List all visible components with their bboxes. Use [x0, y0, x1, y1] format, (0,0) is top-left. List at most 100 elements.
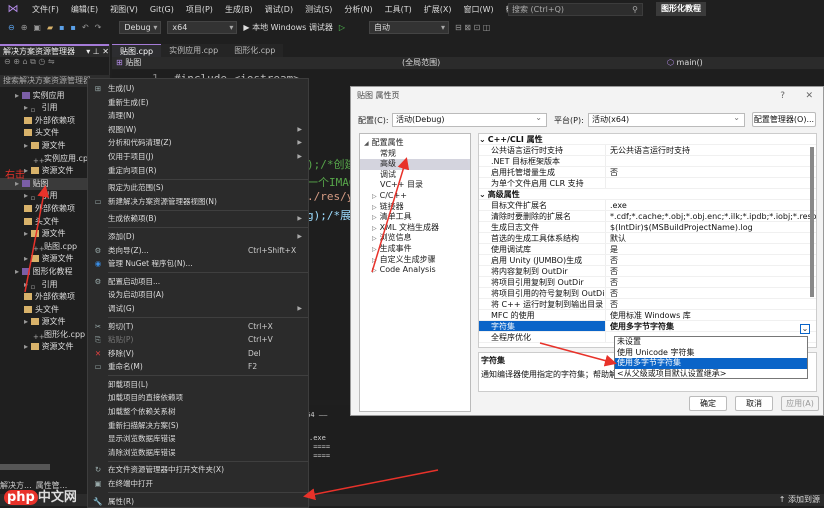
context-menu-item[interactable]: 视图(W) ▶	[88, 123, 308, 137]
property-tree-item[interactable]: ▷ 清单工具	[360, 212, 470, 223]
search-input[interactable]: 搜索 (Ctrl+Q) ⚲	[508, 3, 643, 16]
context-menu-item[interactable]: 重定向项目(R)	[88, 164, 308, 178]
property-value[interactable]: 无公共语言运行时支持	[605, 145, 816, 155]
context-menu-item[interactable]: 设为启动项目(A)	[88, 288, 308, 302]
nav-file-dropdown[interactable]: ⊞ 贴图	[116, 57, 141, 69]
menu-item[interactable]: Git(G)	[144, 5, 180, 14]
start-without-debug-icon[interactable]: ▷	[339, 23, 345, 32]
menu-item[interactable]: 视图(V)	[104, 4, 144, 15]
property-tree-item[interactable]: ▷ 生成事件	[360, 244, 470, 255]
property-tree-item[interactable]: 调试	[360, 170, 470, 181]
context-menu-item[interactable]: ⚙ 类向导(Z)... Ctrl+Shift+X	[88, 244, 308, 258]
project-name-badge[interactable]: 图形化教程	[656, 2, 706, 16]
property-value[interactable]: 使用多字节字符集	[605, 321, 816, 331]
context-menu-item[interactable]: ▣ 在终端中打开	[88, 477, 308, 491]
property-row[interactable]: 将项目引用的符号复制到 OutDir 否	[479, 288, 816, 299]
context-menu-item[interactable]: 显示浏览数据库错误	[88, 432, 308, 446]
context-menu-item[interactable]: 生成依赖项(B) ▶	[88, 212, 308, 226]
property-tree-item[interactable]: ▷ Code Analysis	[360, 265, 470, 276]
expand-arrow-icon[interactable]: ▷	[372, 235, 377, 242]
expand-arrow-icon[interactable]: ▷	[372, 204, 377, 211]
property-value[interactable]	[605, 178, 816, 188]
expand-arrow-icon[interactable]: ◢	[364, 140, 369, 147]
context-menu-item[interactable]: 清除浏览数据库错误	[88, 446, 308, 460]
charset-option[interactable]: 使用多字节字符集	[615, 358, 807, 369]
context-menu-item[interactable]: ✕ 移除(V) Del	[88, 347, 308, 361]
context-menu-item[interactable]: ⚙ 配置启动项目...	[88, 275, 308, 289]
property-value[interactable]: .exe	[605, 200, 816, 210]
tab-file[interactable]: 贴图.cpp	[112, 44, 162, 57]
property-value[interactable]: 否	[605, 277, 816, 287]
property-row[interactable]: 使用调试库 是	[479, 244, 816, 255]
forward-icon[interactable]: ⊕	[21, 23, 28, 32]
save-icon[interactable]: ▪	[59, 23, 64, 32]
charset-option[interactable]: 未设置	[615, 337, 807, 348]
context-menu-item[interactable]: 加载整个依赖关系树	[88, 405, 308, 419]
context-menu-item[interactable]: 分析和代码清理(Z) ▶	[88, 136, 308, 150]
property-category[interactable]: ⌄ 高级属性	[479, 189, 816, 200]
grid-scrollbar[interactable]	[810, 147, 814, 297]
context-menu-item[interactable]: 卸载项目(L)	[88, 378, 308, 392]
close-button[interactable]: ✕	[805, 87, 813, 105]
menu-item[interactable]: 工具(T)	[379, 4, 418, 15]
bookmark-icon[interactable]: ⊟ ⊠ ⊡ ◫	[455, 23, 490, 32]
property-row[interactable]: 字符集 使用多字节字符集	[479, 321, 816, 332]
property-value[interactable]: 是	[605, 244, 816, 254]
context-menu-item[interactable]: 重新扫描解决方案(S)	[88, 419, 308, 433]
start-debugger-button[interactable]: ▶ 本地 Windows 调试器	[243, 22, 333, 33]
charset-dropdown-button[interactable]: ⌄	[800, 324, 810, 334]
menu-item[interactable]: 调试(D)	[259, 4, 299, 15]
auto-dropdown[interactable]: 自动	[369, 20, 450, 34]
expand-arrow-icon[interactable]: ▷	[372, 193, 377, 200]
menu-item[interactable]: 分析(N)	[338, 4, 378, 15]
context-menu-item[interactable]: 重新生成(E)	[88, 96, 308, 110]
context-menu-item[interactable]: 加载项目的直接依赖项	[88, 391, 308, 405]
property-value[interactable]: 否	[605, 299, 816, 309]
property-tree-item[interactable]: 高级	[360, 159, 470, 170]
property-row[interactable]: 目标文件扩展名 .exe	[479, 200, 816, 211]
property-value[interactable]: *.cdf;*.cache;*.obj;*.obj.enc;*.ilk;*.ip…	[605, 211, 816, 221]
tab-file[interactable]: 实例应用.cpp	[161, 44, 227, 57]
nav-function-dropdown[interactable]: ⬡ main()	[667, 57, 703, 69]
property-row[interactable]: 为单个文件启用 CLR 支持	[479, 178, 816, 189]
context-menu-item[interactable]: ⊞ 生成(U)	[88, 82, 308, 96]
expand-arrow-icon[interactable]: ▷	[372, 267, 377, 274]
cancel-button[interactable]: 取消	[735, 396, 773, 411]
context-menu-item[interactable]: 调试(G) ▶	[88, 302, 308, 316]
menu-item[interactable]: 文件(F)	[26, 4, 65, 15]
property-tree-item[interactable]: ▷ XML 文档生成器	[360, 223, 470, 234]
back-icon[interactable]: ⊖	[8, 23, 15, 32]
property-tree-item[interactable]: ▷ 浏览信息	[360, 233, 470, 244]
context-menu-item[interactable]: 添加(D) ▶	[88, 230, 308, 244]
expand-arrow-icon[interactable]: ▷	[372, 246, 377, 253]
context-menu-item[interactable]: ✂ 剪切(T) Ctrl+X	[88, 320, 308, 334]
home-icon[interactable]: ⊖ ⊕ ⌂ ⧉ ◷ ⇋	[4, 57, 55, 66]
add-to-source-control[interactable]: ↑ 添加到源	[779, 494, 820, 506]
help-button[interactable]: ?	[780, 87, 785, 105]
context-menu-item[interactable]: 限定为此范围(S)	[88, 181, 308, 195]
menu-item[interactable]: 扩展(X)	[418, 4, 458, 15]
horizontal-scrollbar[interactable]	[0, 464, 50, 470]
charset-option[interactable]: <从父级或项目默认设置继承>	[615, 369, 807, 380]
redo-icon[interactable]: ↷	[95, 23, 102, 32]
apply-button[interactable]: 应用(A)	[781, 396, 819, 411]
property-value[interactable]: $(IntDir)$(MSBuildProjectName).log	[605, 222, 816, 232]
property-row[interactable]: 清除时要删除的扩展名 *.cdf;*.cache;*.obj;*.obj.enc;…	[479, 211, 816, 222]
property-row[interactable]: MFC 的使用 使用标准 Windows 库	[479, 310, 816, 321]
context-menu-item[interactable]: 仅用于项目(J) ▶	[88, 150, 308, 164]
platform-select[interactable]: 活动(x64)	[588, 112, 745, 127]
property-value[interactable]: 否	[605, 266, 816, 276]
expand-arrow-icon[interactable]: ▷	[372, 225, 377, 232]
context-menu-item[interactable]: ↻ 在文件资源管理器中打开文件夹(X)	[88, 463, 308, 477]
context-menu-item[interactable]: 清理(N)	[88, 109, 308, 123]
menu-item[interactable]: 生成(B)	[219, 4, 259, 15]
save-all-icon[interactable]: ▪	[71, 23, 76, 32]
property-value[interactable]: 默认	[605, 233, 816, 243]
undo-icon[interactable]: ↶	[82, 23, 89, 32]
ok-button[interactable]: 确定	[689, 396, 727, 411]
property-value[interactable]: 使用标准 Windows 库	[605, 310, 816, 320]
nav-scope-dropdown[interactable]: (全局范围)	[402, 57, 440, 69]
collapse-icon[interactable]: ⌄	[479, 134, 486, 144]
property-tree-item[interactable]: 常规	[360, 149, 470, 160]
context-menu-item[interactable]: ⎘ 粘贴(P) Ctrl+V	[88, 333, 308, 347]
